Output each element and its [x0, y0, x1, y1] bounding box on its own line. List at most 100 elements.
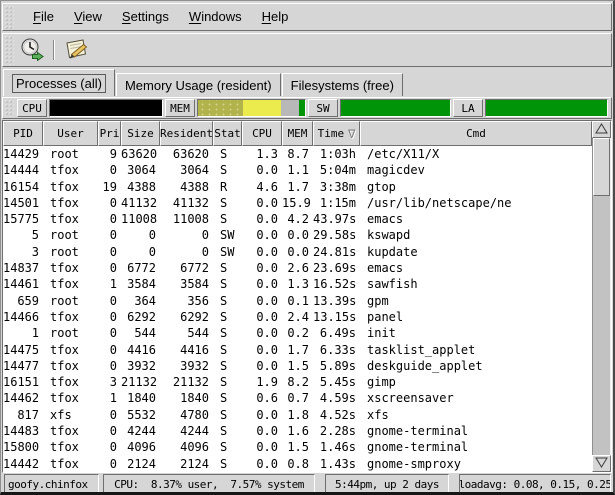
cell-time: 2.28s [313, 423, 360, 439]
cell-pid: 14501 [3, 195, 43, 211]
cell-stat: S [213, 390, 242, 406]
meter-label-cpu[interactable]: CPU [17, 99, 47, 117]
cell-cpu: 0.0 [242, 342, 282, 358]
column-header-resident[interactable]: Resident [160, 121, 213, 146]
column-header-time[interactable]: Time∇ [313, 121, 360, 146]
menu-accel-key: F [33, 9, 41, 24]
cell-cpu: 0.0 [242, 456, 282, 472]
vertical-scrollbar[interactable] [592, 121, 611, 472]
cell-size: 4096 [121, 439, 160, 455]
table-row[interactable]: 14466tfox062926292S0.02.413.15spanel [3, 309, 592, 325]
summary-meters: CPU MEM SW LA [2, 97, 612, 119]
column-header-label: Time [318, 127, 345, 140]
meter-label-la[interactable]: LA [453, 99, 483, 117]
scrollbar-trough[interactable] [592, 138, 611, 455]
menu-items: FileViewSettingsWindowsHelp [15, 4, 298, 30]
cell-resident: 4096 [160, 439, 213, 455]
table-row[interactable]: 14429root96362063620S1.38.71:03h/etc/X11… [3, 146, 592, 162]
cell-size: 544 [121, 325, 160, 341]
table-row[interactable]: 14837tfox067726772S0.02.623.69semacs [3, 260, 592, 276]
cell-resident: 4244 [160, 423, 213, 439]
table-row[interactable]: 14501tfox04113241132S0.015.91:15m/usr/li… [3, 195, 592, 211]
meter-segment [341, 100, 450, 116]
timer-button[interactable] [15, 35, 49, 65]
menu-accel-key: S [122, 9, 131, 24]
menu-item-help[interactable]: Help [252, 4, 299, 30]
cell-resident: 0 [160, 227, 213, 243]
table-row[interactable]: 14442tfox021242124S0.00.81.43sgnome-smpr… [3, 456, 592, 472]
cell-size: 1840 [121, 390, 160, 406]
toolbar [2, 33, 612, 67]
cell-stat: S [213, 439, 242, 455]
meter-segment [243, 100, 282, 116]
column-header-size[interactable]: Size [121, 121, 160, 146]
edit-properties-button[interactable] [59, 35, 93, 65]
cell-user: root [43, 227, 98, 243]
scrollbar-thumb[interactable] [593, 138, 610, 196]
cell-time: 43.97s [313, 211, 360, 227]
tab-filesystems-free[interactable]: Filesystems (free) [282, 73, 403, 96]
cell-stat: SW [213, 244, 242, 260]
cell-pid: 14429 [3, 146, 43, 162]
cell-pid: 817 [3, 407, 43, 423]
cell-cpu: 0.0 [242, 293, 282, 309]
table-row[interactable]: 14483tfox042444244S0.01.62.28sgnome-term… [3, 423, 592, 439]
cell-user: tfox [43, 374, 98, 390]
table-row[interactable]: 16151tfox32113221132S1.98.25.45sgimp [3, 374, 592, 390]
column-header-pri[interactable]: Pri [98, 121, 121, 146]
process-list: PIDUserPri Size ResidentStatCPUMEMTime∇Cmd… [3, 121, 592, 472]
toolbar-drag-handle[interactable] [4, 35, 14, 65]
menu-item-file[interactable]: File [23, 4, 64, 30]
cell-cpu: 0.0 [242, 162, 282, 178]
cell-cpu: 0.0 [242, 211, 282, 227]
column-header-cpu[interactable]: CPU [242, 121, 282, 146]
column-header-user[interactable]: User [43, 121, 98, 146]
table-row[interactable]: 16154tfox1943884388R4.61.73:38mgtop [3, 179, 592, 195]
tab-processes-all[interactable]: Processes (all) [3, 69, 115, 96]
table-row[interactable]: 3root000SW0.00.024.81skupdate [3, 244, 592, 260]
table-row[interactable]: 1root0544544S0.00.26.49sinit [3, 325, 592, 341]
table-row[interactable]: 14475tfox044164416S0.01.76.33stasklist_a… [3, 342, 592, 358]
table-row[interactable]: 14477tfox039323932S0.01.55.89sdeskguide_… [3, 358, 592, 374]
table-row[interactable]: 659root0364356S0.00.113.39sgpm [3, 293, 592, 309]
tab-memory-usage-resident[interactable]: Memory Usage (resident) [116, 73, 281, 96]
cell-cpu: 0.0 [242, 244, 282, 260]
cell-mem: 0.2 [282, 325, 313, 341]
table-row[interactable]: 15775tfox01100811008S0.04.243.97semacs [3, 211, 592, 227]
menu-item-windows[interactable]: Windows [179, 4, 252, 30]
cell-time: 4.59s [313, 390, 360, 406]
table-row[interactable]: 14462tfox118401840S0.60.74.59sxscreensav… [3, 390, 592, 406]
cell-resident: 3932 [160, 358, 213, 374]
cell-pid: 14442 [3, 456, 43, 472]
cell-time: 24.81s [313, 244, 360, 260]
cell-stat: S [213, 276, 242, 292]
scroll-down-button[interactable] [592, 455, 611, 472]
meter-label-sw[interactable]: SW [308, 99, 338, 117]
table-row[interactable]: 14461tfox135843584S0.01.316.52ssawfish [3, 276, 592, 292]
cell-resident: 3064 [160, 162, 213, 178]
cell-time: 1.43s [313, 456, 360, 472]
column-header-pid[interactable]: PID [3, 121, 43, 146]
meters-drag-handle[interactable] [4, 99, 14, 117]
table-row[interactable]: 14444tfox030643064S0.01.15:04mmagicdev [3, 162, 592, 178]
table-row[interactable]: 817xfs055324780S0.01.84.52sxfs [3, 407, 592, 423]
column-header-mem[interactable]: MEM [282, 121, 313, 146]
cell-stat: S [213, 423, 242, 439]
menubar-drag-handle[interactable] [4, 5, 14, 29]
cell-size: 4388 [121, 179, 160, 195]
meter-label-mem[interactable]: MEM [165, 99, 195, 117]
table-row[interactable]: 5root000SW0.00.029.58skswapd [3, 227, 592, 243]
tab-label: Filesystems (free) [291, 78, 394, 93]
column-header-label: Size [127, 127, 154, 140]
cell-user: tfox [43, 423, 98, 439]
column-header-stat[interactable]: Stat [213, 121, 242, 146]
cell-user: tfox [43, 211, 98, 227]
cell-mem: 2.6 [282, 260, 313, 276]
column-header-cmd[interactable]: Cmd [360, 121, 592, 146]
menu-item-view[interactable]: View [64, 4, 112, 30]
menu-item-settings[interactable]: Settings [112, 4, 179, 30]
scroll-up-button[interactable] [592, 121, 611, 138]
cell-user: tfox [43, 390, 98, 406]
cell-cmd: gpm [360, 293, 592, 309]
table-row[interactable]: 15800tfox040964096S0.01.51.46sgnome-term… [3, 439, 592, 455]
